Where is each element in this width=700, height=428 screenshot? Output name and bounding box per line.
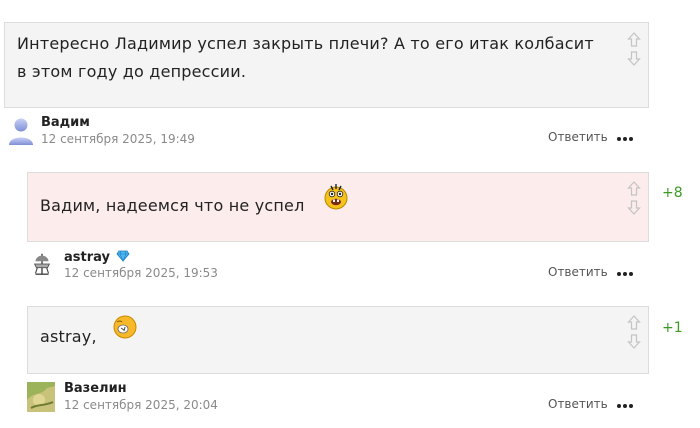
downvote-icon[interactable] [627, 50, 641, 66]
upvote-icon[interactable] [627, 32, 641, 48]
upvote-icon[interactable] [627, 315, 641, 331]
sad-emoji [113, 315, 137, 339]
author-name[interactable]: Вадим [41, 115, 90, 130]
comment-date: 12 сентября 2025, 19:49 [41, 132, 195, 146]
avatar[interactable] [29, 250, 55, 278]
vote-controls [627, 315, 641, 349]
downvote-icon[interactable] [627, 199, 641, 215]
comment-score: +1 [662, 320, 683, 336]
author-name[interactable]: Вазелин [64, 381, 127, 396]
comment-text-line: Интересно Ладимир успел закрыть плечи? А… [17, 34, 594, 53]
downvote-icon[interactable] [627, 333, 641, 349]
vote-controls [627, 181, 641, 215]
author-name[interactable]: astray [64, 250, 110, 265]
reply-button[interactable]: Ответить [548, 397, 608, 411]
reply-button[interactable]: Ответить [548, 130, 608, 144]
comment-bubble: Интересно Ладимир успел закрыть плечи? А… [4, 22, 649, 108]
upvote-icon[interactable] [627, 181, 641, 197]
avatar[interactable] [6, 115, 36, 147]
diamond-icon [116, 250, 130, 262]
comment-text-line: в этом году до депрессии. [17, 62, 247, 81]
avatar[interactable] [27, 382, 55, 412]
vote-controls [627, 32, 641, 66]
comment-bubble: Вадим, надеемся что не успел [27, 172, 649, 242]
comment-score: +8 [662, 185, 683, 201]
laughing-emoji [324, 184, 348, 210]
more-options-icon[interactable] [617, 269, 635, 279]
more-options-icon[interactable] [617, 401, 635, 411]
comment-bubble: astray, [27, 306, 649, 374]
comment-date: 12 сентября 2025, 20:04 [64, 398, 218, 412]
more-options-icon[interactable] [617, 134, 635, 144]
reply-button[interactable]: Ответить [548, 265, 608, 279]
comment-date: 12 сентября 2025, 19:53 [64, 266, 218, 280]
comment-text: astray, [40, 327, 97, 346]
comment-text: Вадим, надеемся что не успел [40, 196, 305, 215]
comment-text: Интересно Ладимир успел закрыть плечи? А… [17, 30, 594, 86]
